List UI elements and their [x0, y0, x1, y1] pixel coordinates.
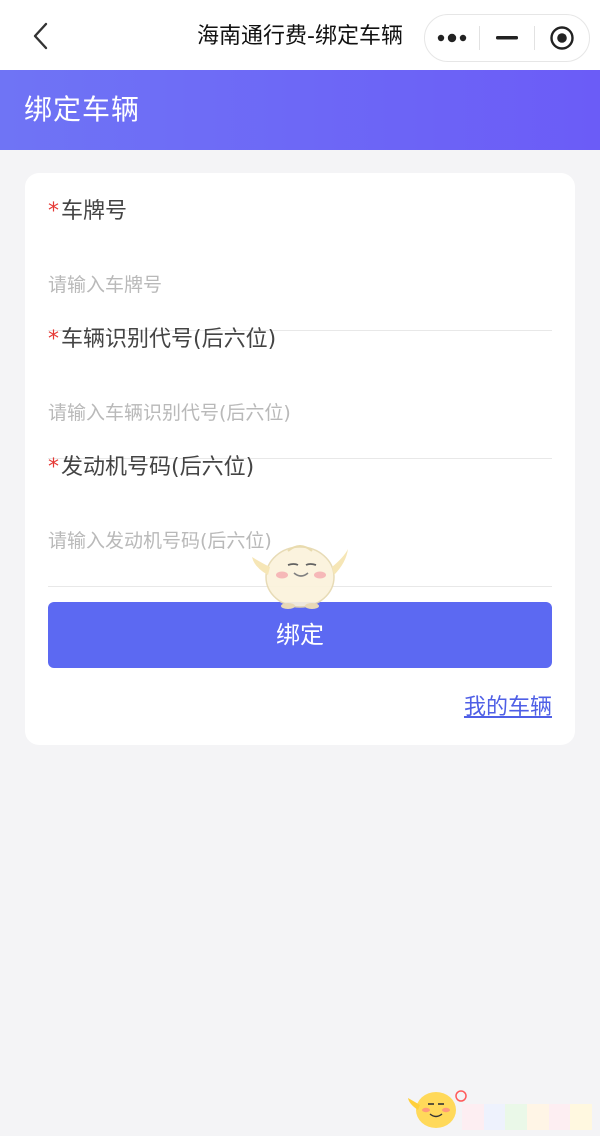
engine-number-field: *发动机号码(后六位) — [48, 454, 552, 587]
header-title: 绑定车辆 — [24, 93, 141, 126]
color-swatches — [462, 1104, 593, 1130]
minimize-icon — [496, 36, 518, 40]
bind-vehicle-card: *车牌号 *车辆识别代号(后六位) *发动机号码(后六位) 绑定 我的车辆 — [25, 173, 575, 745]
minimize-button[interactable] — [480, 15, 534, 61]
vin-label: *车辆识别代号(后六位) — [48, 327, 277, 352]
close-button[interactable] — [535, 15, 589, 61]
more-button[interactable] — [425, 15, 479, 61]
corner-mascot-icon[interactable] — [406, 1082, 468, 1132]
plate-number-input[interactable] — [48, 270, 552, 300]
vin-input[interactable] — [48, 398, 552, 428]
plate-number-label: *车牌号 — [48, 199, 128, 224]
my-vehicles-link[interactable]: 我的车辆 — [464, 693, 552, 723]
more-dots-icon — [437, 33, 467, 43]
swatch — [462, 1104, 484, 1130]
required-mark: * — [48, 455, 59, 480]
swatch — [505, 1104, 528, 1130]
mini-program-nav-bar: 海南通行费-绑定车辆 — [0, 0, 600, 70]
swatch — [570, 1104, 593, 1130]
swatch — [548, 1104, 571, 1130]
target-close-icon — [550, 26, 574, 50]
required-mark: * — [48, 327, 59, 352]
capsule-menu — [424, 14, 590, 62]
required-mark: * — [48, 199, 59, 224]
page-title: 海南通行费-绑定车辆 — [197, 24, 403, 49]
bind-button[interactable]: 绑定 — [48, 602, 552, 668]
plate-number-field: *车牌号 — [48, 198, 552, 331]
swatch — [527, 1104, 549, 1130]
mascot-icon[interactable] — [248, 527, 352, 611]
page-header: 绑定车辆 — [0, 70, 600, 150]
swatch — [483, 1104, 506, 1130]
vin-field: *车辆识别代号(后六位) — [48, 326, 552, 459]
back-button[interactable] — [22, 18, 58, 54]
chevron-left-icon — [33, 22, 48, 50]
engine-number-label: *发动机号码(后六位) — [48, 455, 255, 480]
